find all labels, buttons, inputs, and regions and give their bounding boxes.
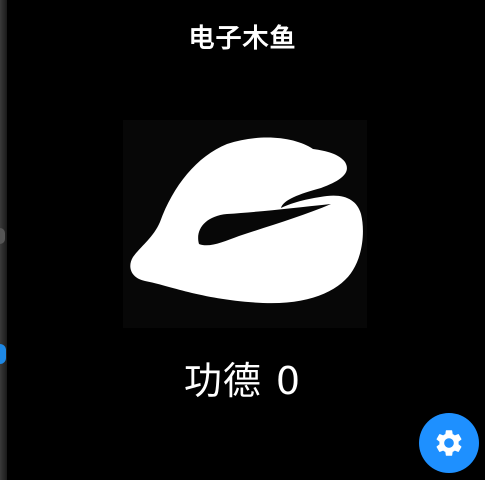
page-title: 电子木鱼 [188,24,297,54]
merit-count: 0 [275,359,302,403]
merit-counter: 功德 0 [0,350,485,405]
edge-indicator [0,228,5,244]
settings-button[interactable] [419,413,479,473]
app-screen: 电子木鱼 功德 0 [0,0,485,480]
merit-label: 功德 [183,359,262,403]
window-edge [0,0,7,480]
wooden-fish-button[interactable] [123,120,367,328]
gear-icon [436,430,462,456]
wooden-fish-icon [130,137,363,304]
